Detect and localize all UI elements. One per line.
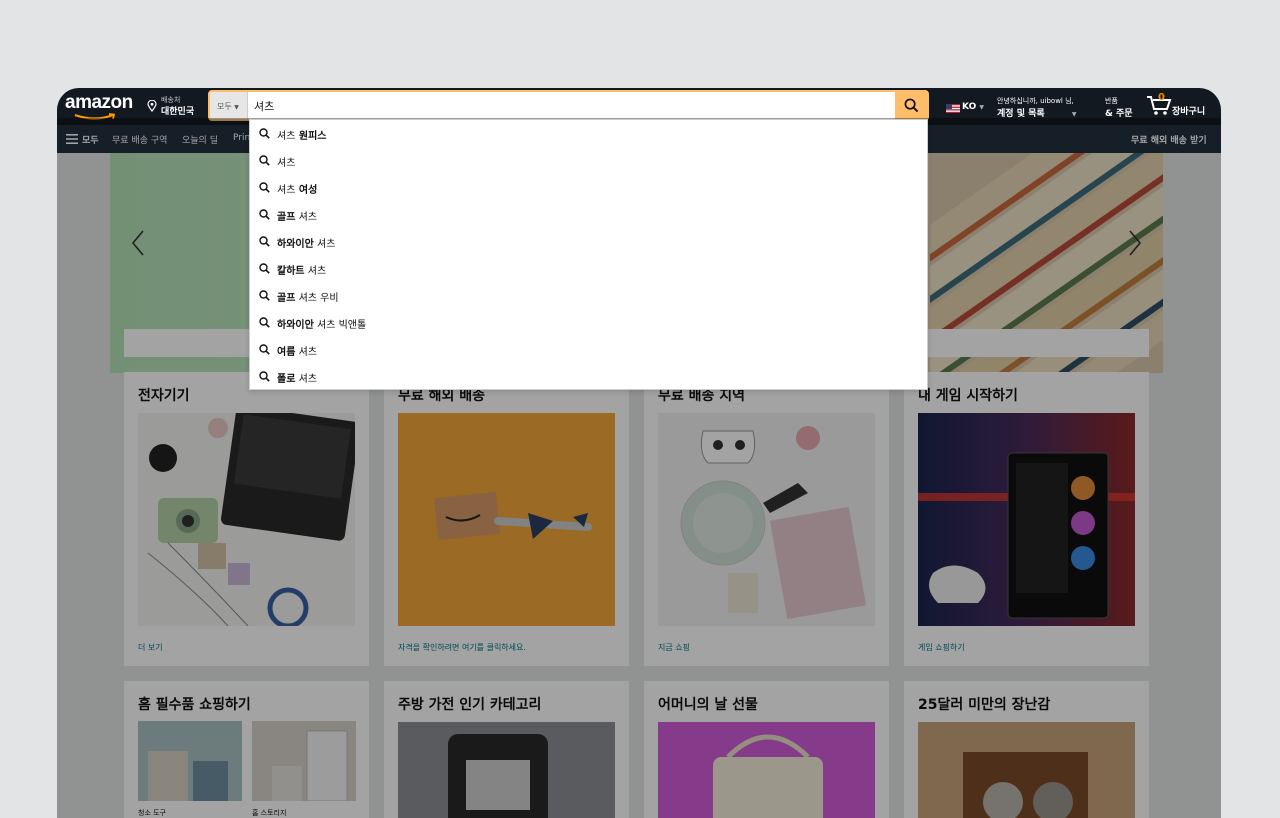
search-icon (259, 290, 270, 301)
suggestion-typed: 셔츠 (277, 158, 296, 169)
suggestion-match: 셔츠 빅앤톨 (313, 320, 367, 331)
suggestion-item[interactable]: 하와이안 셔츠 (250, 228, 929, 255)
search-icon (259, 236, 270, 247)
search-icon (259, 263, 270, 274)
search-bar: 모두 ▼ (208, 90, 929, 121)
suggestion-match: 셔츠 (295, 347, 317, 358)
search-icon (259, 344, 270, 355)
us-flag-icon (946, 104, 960, 113)
search-icon (259, 182, 270, 193)
suggestion-prefix: 폴로 (277, 374, 296, 385)
search-icon (259, 209, 270, 220)
search-icon (259, 155, 270, 166)
suggestion-item[interactable]: 칼하트 셔츠 (250, 255, 929, 282)
search-category-label: 모두 (217, 102, 232, 111)
suggestion-item[interactable]: 폴로 셔츠 (250, 363, 929, 390)
suggestion-prefix: 골프 (277, 293, 296, 304)
search-icon (904, 98, 918, 113)
chevron-down-icon: ▼ (1071, 111, 1077, 118)
suggestion-item[interactable]: 셔츠 여성 (250, 174, 929, 201)
deliver-country: 대한민국 (161, 107, 195, 117)
amazon-logo[interactable]: amazon (65, 92, 137, 120)
suggestion-item[interactable]: 셔츠 원피스 (250, 120, 929, 147)
suggestion-prefix: 칼하트 (277, 266, 305, 277)
search-button[interactable] (895, 92, 927, 119)
chevron-down-icon: ▼ (979, 104, 984, 111)
suggestion-item[interactable]: 하와이안 셔츠 빅앤톨 (250, 309, 929, 336)
suggestion-prefix: 골프 (277, 212, 296, 223)
search-icon (259, 317, 270, 328)
suggestion-match: 셔츠 (304, 266, 327, 277)
search-icon (259, 128, 270, 139)
search-category-select[interactable]: 모두 ▼ (210, 92, 248, 119)
suggestion-typed: 셔츠 (277, 185, 296, 196)
account-greeting: 안녕하십니까, uibowl 님, (997, 97, 1074, 105)
suggestion-typed: 셔츠 (277, 131, 296, 142)
suggestion-rest: 원피스 (295, 131, 327, 142)
cart-label[interactable]: 장바구니 (1172, 104, 1205, 117)
search-suggestions-dropdown: 셔츠 원피스 셔츠 셔츠 여성 골프 셔츠 하와이안 셔츠 칼하트 셔츠 골프 … (249, 119, 928, 390)
suggestion-prefix: 하와이안 (277, 320, 314, 331)
suggestion-item[interactable]: 골프 셔츠 우비 (250, 282, 929, 309)
chevron-down-icon: ▼ (234, 104, 239, 111)
language-label: KO (962, 102, 977, 112)
logo-text: amazon (65, 92, 133, 113)
suggestion-item[interactable]: 여름 셔츠 (250, 336, 929, 363)
browser-frame: amazon 배송처 대한민국 모두 ▼ 셔츠 KO ▼ 안녕하십니까, uib… (57, 88, 1221, 818)
suggestion-match: 셔츠 (295, 374, 317, 385)
returns-label: 반품 (1105, 97, 1118, 105)
suggestion-prefix: 여름 (277, 347, 296, 358)
search-input[interactable] (250, 92, 890, 119)
suggestion-item[interactable]: 셔츠 (250, 147, 929, 174)
suggestion-match: 셔츠 우비 (295, 293, 339, 304)
suggestion-match: 셔츠 (295, 212, 317, 223)
language-selector[interactable]: KO ▼ (962, 102, 984, 112)
suggestion-rest: 여성 (295, 185, 318, 196)
cart-count-badge: 0 (1158, 92, 1165, 103)
suggestion-item[interactable]: 골프 셔츠 (250, 201, 929, 228)
suggestion-match: 셔츠 (313, 239, 336, 250)
suggestion-prefix: 하와이안 (277, 239, 314, 250)
location-pin-icon (147, 100, 157, 112)
search-icon (259, 371, 270, 382)
